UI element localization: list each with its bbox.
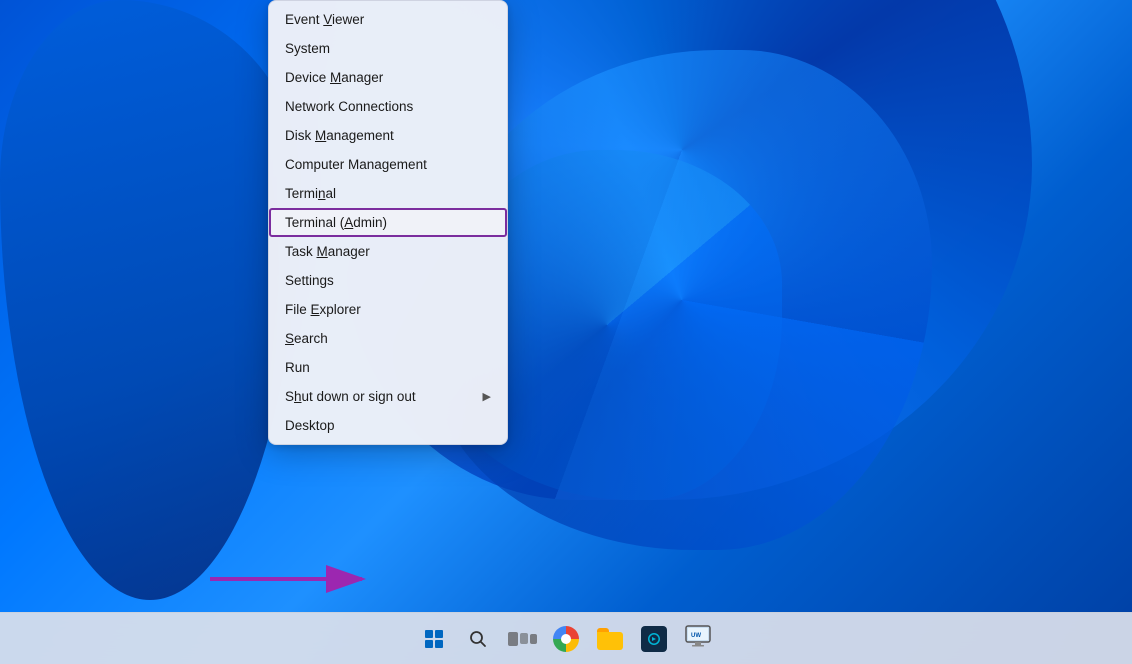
taskbar-center: UW — [414, 619, 718, 659]
menu-item-terminal[interactable]: Terminal — [269, 179, 507, 208]
menu-item-label: Settings — [285, 273, 334, 288]
menu-item-label: Terminal (Admin) — [285, 215, 387, 230]
menu-item-terminal-admin[interactable]: Terminal (Admin) — [269, 208, 507, 237]
taskbar-search-button[interactable] — [458, 619, 498, 659]
monitor-icon: UW — [684, 624, 712, 653]
menu-item-label: Search — [285, 331, 328, 346]
folder-icon — [597, 628, 623, 650]
menu-item-settings[interactable]: Settings — [269, 266, 507, 295]
menu-item-system[interactable]: System — [269, 34, 507, 63]
menu-item-network-connections[interactable]: Network Connections — [269, 92, 507, 121]
menu-item-label: Task Manager — [285, 244, 370, 259]
menu-item-file-explorer[interactable]: File Explorer — [269, 295, 507, 324]
taskbar-taskview-button[interactable] — [502, 619, 542, 659]
context-menu: Event Viewer System Device Manager Netwo… — [268, 0, 508, 445]
svg-text:UW: UW — [691, 633, 701, 639]
menu-item-desktop[interactable]: Desktop — [269, 411, 507, 440]
deepl-icon — [641, 626, 667, 652]
taskbar-chrome-button[interactable] — [546, 619, 586, 659]
menu-item-shut-down[interactable]: Shut down or sign out ▶ — [269, 382, 507, 411]
menu-item-label: Computer Management — [285, 157, 427, 172]
menu-item-label: Desktop — [285, 418, 335, 433]
annotation-arrow — [200, 554, 380, 609]
taskbar-file-explorer-button[interactable] — [590, 619, 630, 659]
menu-item-task-manager[interactable]: Task Manager — [269, 237, 507, 266]
menu-item-computer-management[interactable]: Computer Management — [269, 150, 507, 179]
bg-decoration-left — [0, 0, 300, 600]
menu-item-label: Device Manager — [285, 70, 383, 85]
menu-item-label: Terminal — [285, 186, 336, 201]
taskbar-deepl-button[interactable] — [634, 619, 674, 659]
taskview-icon — [508, 632, 537, 646]
menu-item-label: System — [285, 41, 330, 56]
menu-item-search[interactable]: Search — [269, 324, 507, 353]
desktop: Event Viewer System Device Manager Netwo… — [0, 0, 1132, 664]
menu-item-device-manager[interactable]: Device Manager — [269, 63, 507, 92]
menu-item-label: Run — [285, 360, 310, 375]
menu-item-label: Shut down or sign out — [285, 389, 416, 404]
taskbar-monitor-button[interactable]: UW — [678, 619, 718, 659]
taskbar: UW — [0, 612, 1132, 664]
menu-item-run[interactable]: Run — [269, 353, 507, 382]
windows-logo-icon — [425, 630, 443, 648]
chrome-icon — [553, 626, 579, 652]
search-icon — [468, 629, 488, 649]
menu-item-disk-management[interactable]: Disk Management — [269, 121, 507, 150]
taskbar-start-button[interactable] — [414, 619, 454, 659]
submenu-arrow-icon: ▶ — [483, 390, 491, 403]
menu-item-label: Event Viewer — [285, 12, 364, 27]
menu-item-label: File Explorer — [285, 302, 361, 317]
menu-item-label: Network Connections — [285, 99, 413, 114]
menu-item-event-viewer[interactable]: Event Viewer — [269, 5, 507, 34]
menu-item-label: Disk Management — [285, 128, 394, 143]
